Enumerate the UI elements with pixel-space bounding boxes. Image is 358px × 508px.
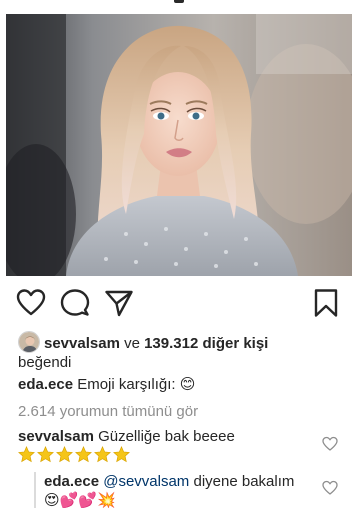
reply-mention[interactable]: @sevvalsam xyxy=(103,473,189,490)
comment-text: Güzelliğe bak beeee xyxy=(93,428,235,445)
view-all-comments-link[interactable]: 2.614 yorumun tümünü gör xyxy=(18,402,348,421)
star-emoji-icon xyxy=(113,446,130,463)
star-emoji-icon xyxy=(37,446,54,463)
star-emoji-icon xyxy=(18,446,35,463)
comment-item: sevvalsam Güzelliğe bak beeee xyxy=(18,427,318,468)
post-caption: eda.ece Emoji karşılığı: 😊 xyxy=(18,375,348,394)
reply-text: diyene bakalım xyxy=(189,473,295,490)
star-emoji-icon xyxy=(75,446,92,463)
paper-plane-icon[interactable] xyxy=(104,288,134,318)
bookmark-icon[interactable] xyxy=(311,288,341,318)
post-photo[interactable] xyxy=(6,14,352,276)
comment-username[interactable]: sevvalsam xyxy=(18,428,94,445)
likes-summary: sevvalsam ve 139.312 diğer kişi beğendi xyxy=(18,331,343,372)
likes-connector: ve xyxy=(119,335,145,352)
smile-emoji: 😊 xyxy=(179,375,196,393)
liker-username[interactable]: sevvalsam xyxy=(44,335,120,352)
likes-suffix: beğendi xyxy=(18,354,72,371)
star-emoji-row xyxy=(18,446,132,468)
star-emoji-icon xyxy=(56,446,73,463)
reply-emojis: 😍💕💕💥 xyxy=(44,491,116,508)
comment-icon[interactable] xyxy=(60,288,90,318)
portrait-illustration xyxy=(6,14,352,276)
action-bar xyxy=(0,286,358,320)
reply-item: eda.ece @sevvalsam diyene bakalım 😍💕💕💥 xyxy=(34,472,324,508)
liker-avatar[interactable] xyxy=(18,331,40,353)
star-emoji-icon xyxy=(94,446,111,463)
caption-username[interactable]: eda.ece xyxy=(18,376,73,393)
caption-text: Emoji karşılığı: xyxy=(73,376,180,393)
reply-like-heart-icon[interactable] xyxy=(322,480,338,496)
heart-icon[interactable] xyxy=(16,288,46,318)
reply-username[interactable]: eda.ece xyxy=(44,473,99,490)
status-indicator xyxy=(174,0,184,3)
likes-others-link[interactable]: 139.312 diğer kişi xyxy=(144,335,268,352)
comment-like-heart-icon[interactable] xyxy=(322,436,338,452)
status-strip xyxy=(0,0,358,8)
